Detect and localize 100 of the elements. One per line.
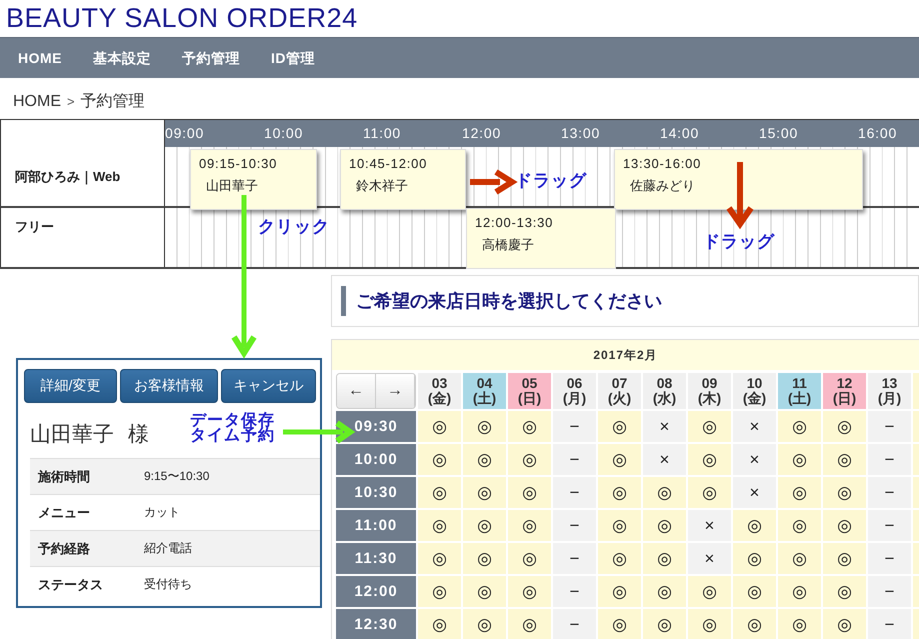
slot-cell[interactable]: ◎ <box>643 510 686 541</box>
slot-cell: × <box>733 444 776 475</box>
slot-cell[interactable]: ◎ <box>508 411 551 442</box>
slot-cell[interactable]: ◎ <box>598 576 641 607</box>
day-weekday: (水) <box>652 391 676 406</box>
next-button[interactable]: → <box>376 374 415 408</box>
slot-cell: − <box>868 576 911 607</box>
slot-cell: − <box>868 444 911 475</box>
slot-cell[interactable]: ◎ <box>823 609 866 639</box>
slot-cell[interactable]: ◎ <box>823 477 866 508</box>
slot-cell[interactable]: ◎ <box>823 543 866 574</box>
slot-cell[interactable]: ◎ <box>463 411 506 442</box>
slot-cell[interactable]: ◎ <box>463 609 506 639</box>
slot-cell[interactable]: ◎ <box>418 510 461 541</box>
slot-cell[interactable]: ◎ <box>643 609 686 639</box>
slot-cell[interactable]: ◎ <box>643 576 686 607</box>
time-slot-label: 11:30 <box>336 543 416 574</box>
slot-cell[interactable]: ◎ <box>418 411 461 442</box>
slot-cell[interactable]: ◎ <box>778 576 821 607</box>
slot-cell[interactable]: ◎ <box>598 444 641 475</box>
booking-customer: 高橋慶子 <box>482 236 535 254</box>
slot-cell[interactable]: ◎ <box>733 543 776 574</box>
slot-cell[interactable]: ◎ <box>778 411 821 442</box>
booking-block[interactable]: 10:45-12:00 鈴木祥子 <box>340 149 466 210</box>
nav-item[interactable]: HOME <box>8 38 72 78</box>
staff-name: 阿部ひろみ｜Web <box>0 147 165 206</box>
slot-cell[interactable]: ◎ <box>463 543 506 574</box>
time-slot-label: 12:00 <box>336 576 416 607</box>
nav-item[interactable]: ID管理 <box>261 38 325 78</box>
slot-cell[interactable]: ◎ <box>463 576 506 607</box>
booking-block[interactable]: 09:15-10:30 山田華子 <box>190 149 317 210</box>
slot-cell[interactable]: ◎ <box>778 609 821 639</box>
booking-customer: 鈴木祥子 <box>356 177 409 195</box>
slot-cell: − <box>553 543 596 574</box>
time-slot-label: 12:30 <box>336 609 416 639</box>
day-weekday: (日) <box>518 391 542 406</box>
slot-cell[interactable]: ◎ <box>463 510 506 541</box>
slot-cell[interactable]: ◎ <box>508 510 551 541</box>
slot-cell[interactable]: ◎ <box>688 411 731 442</box>
action-button[interactable]: キャンセル <box>221 369 316 403</box>
detail-value: 紹介電話 <box>144 540 192 557</box>
slot-cell[interactable]: ◎ <box>508 477 551 508</box>
save-annotation: タイム予約 <box>190 428 275 443</box>
slot-cell[interactable]: ◎ <box>778 444 821 475</box>
slot-cell[interactable]: ◎ <box>463 444 506 475</box>
slot-cell[interactable]: ◎ <box>418 609 461 639</box>
slot-cell[interactable]: ◎ <box>688 576 731 607</box>
slot-cell[interactable]: ◎ <box>823 411 866 442</box>
slot-cell[interactable]: ◎ <box>688 477 731 508</box>
slot-cell[interactable]: ◎ <box>733 510 776 541</box>
slot-cell[interactable]: ◎ <box>418 477 461 508</box>
slot-cell[interactable]: ◎ <box>598 411 641 442</box>
slot-cell[interactable]: ◎ <box>418 543 461 574</box>
slot-cell[interactable]: ◎ <box>778 510 821 541</box>
slot-cell[interactable]: ◎ <box>778 543 821 574</box>
slot-cell[interactable]: ◎ <box>508 576 551 607</box>
slot-cell[interactable]: ◎ <box>823 576 866 607</box>
time-slot-label: 10:00 <box>336 444 416 475</box>
slot-cell[interactable]: ◎ <box>778 477 821 508</box>
booking-block[interactable]: 12:00-13:30 高橋慶子 <box>466 208 616 269</box>
slot-cell[interactable]: ◎ <box>733 576 776 607</box>
slot-cell[interactable]: ◎ <box>508 444 551 475</box>
slot-cell[interactable]: ◎ <box>508 543 551 574</box>
staff-name: フリー <box>0 206 165 267</box>
hour-label: 12:00 <box>462 124 502 143</box>
nav-item[interactable]: 基本設定 <box>83 38 161 78</box>
time-slot-label: 10:30 <box>336 477 416 508</box>
hour-label: 16:00 <box>858 124 898 143</box>
breadcrumb-link[interactable]: HOME <box>13 93 61 111</box>
slot-cell[interactable]: ◎ <box>598 477 641 508</box>
booking-block[interactable]: 13:30-16:00 佐藤みどり <box>614 149 863 210</box>
nav-item[interactable]: 予約管理 <box>172 38 250 78</box>
day-weekday: (金) <box>428 391 452 406</box>
slot-cell[interactable]: ◎ <box>688 609 731 639</box>
day-date: 11 <box>792 376 807 391</box>
prev-button[interactable]: ← <box>337 374 376 408</box>
day-date: 08 <box>656 376 672 391</box>
slot-cell[interactable]: ◎ <box>688 444 731 475</box>
save-annotation: データ保存 <box>190 413 275 428</box>
slot-cell[interactable]: ◎ <box>418 444 461 475</box>
slot-cell[interactable]: ◎ <box>598 609 641 639</box>
day-date: 09 <box>702 376 718 391</box>
slot-cell[interactable]: ◎ <box>463 477 506 508</box>
slot-cell[interactable]: ◎ <box>418 576 461 607</box>
slot-cell[interactable]: ◎ <box>823 444 866 475</box>
slot-cell: − <box>868 510 911 541</box>
action-button[interactable]: お客様情報 <box>120 369 218 403</box>
slot-cell[interactable]: ◎ <box>508 609 551 639</box>
honorific: 様 <box>128 422 149 448</box>
slot-cell[interactable]: ◎ <box>733 609 776 639</box>
slot-cell[interactable]: ◎ <box>598 510 641 541</box>
day-date: 06 <box>566 376 582 391</box>
slot-cell: − <box>553 576 596 607</box>
slot-cell[interactable]: ◎ <box>643 543 686 574</box>
slot-cell[interactable]: ◎ <box>823 510 866 541</box>
action-button[interactable]: 詳細/変更 <box>24 369 117 403</box>
slot-cell: × <box>643 411 686 442</box>
slot-cell[interactable]: ◎ <box>643 477 686 508</box>
drag-annotation: ドラッグ <box>703 233 775 250</box>
slot-cell[interactable]: ◎ <box>598 543 641 574</box>
